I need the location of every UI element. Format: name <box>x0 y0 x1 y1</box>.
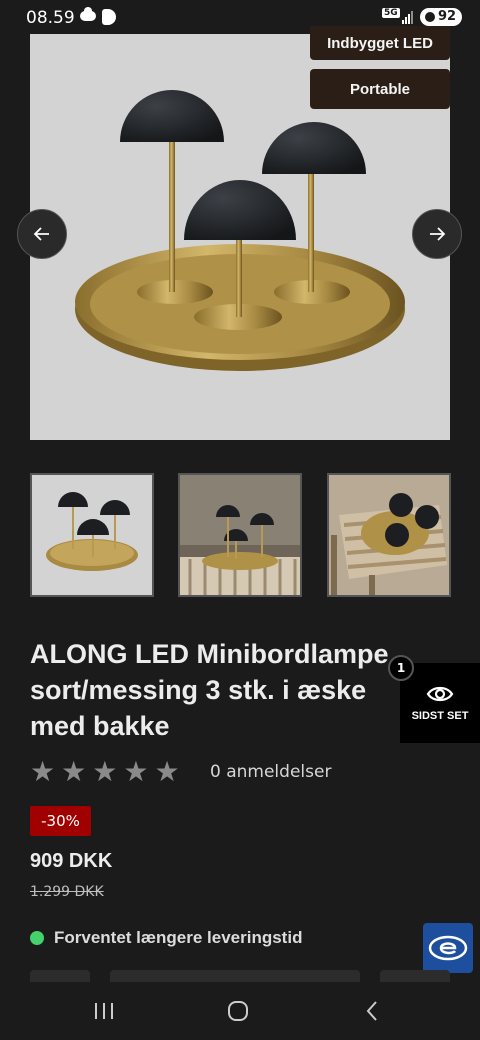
product-title-line-3: med bakke <box>30 711 170 741</box>
star-icon: ★ <box>30 755 56 788</box>
thumbnail-stool-image <box>329 475 449 595</box>
product-title: ALONG LED Minibordlampe sort/messing 3 s… <box>30 636 410 744</box>
rating-stars[interactable]: ★ ★ ★ ★ ★ <box>30 758 180 786</box>
original-price: 1.299 DKK <box>30 884 104 900</box>
arrow-right-icon <box>430 227 446 241</box>
recently-seen-count: 1 <box>388 655 414 681</box>
recently-seen-button[interactable]: 1 SIDST SET <box>388 655 480 743</box>
eye-icon <box>426 686 454 702</box>
star-icon: ★ <box>123 755 149 788</box>
thumbnail-3[interactable] <box>327 473 451 597</box>
previous-image-button[interactable] <box>17 209 67 259</box>
arrow-left-icon <box>33 227 49 241</box>
wishlist-button[interactable] <box>380 970 450 982</box>
feature-badge-led: Indbygget LED <box>310 26 450 60</box>
feature-badge-portable: Portable <box>310 69 450 109</box>
network-type: 5G <box>382 8 400 18</box>
product-title-line-2: sort/messing 3 stk. i æske <box>30 675 367 705</box>
star-icon: ★ <box>92 755 118 788</box>
next-image-button[interactable] <box>412 209 462 259</box>
current-price: 909 DKK <box>30 850 113 872</box>
back-button[interactable] <box>352 994 392 1028</box>
play-store-icon <box>102 9 116 25</box>
thumbnail-bench-image <box>180 475 300 595</box>
thumbnail-2[interactable] <box>178 473 302 597</box>
home-icon <box>228 1001 248 1021</box>
e-mark-trust-badge[interactable] <box>423 923 473 973</box>
reviews-link[interactable]: 0 anmeldelser <box>210 762 331 782</box>
recently-seen-label: SIDST SET <box>411 710 469 722</box>
recent-apps-button[interactable] <box>84 994 124 1028</box>
thumbnail-1[interactable] <box>30 473 154 597</box>
discount-badge: -30% <box>30 806 91 836</box>
status-dot-icon <box>30 931 44 945</box>
cloud-icon <box>80 7 96 21</box>
battery-indicator: 92 <box>420 8 463 26</box>
star-icon: ★ <box>154 755 180 788</box>
delivery-text: Forventet længere leveringstid <box>54 928 303 947</box>
star-icon: ★ <box>61 755 87 788</box>
back-icon <box>366 1001 377 1021</box>
quantity-selector[interactable] <box>30 970 90 982</box>
system-navigation-bar <box>0 982 480 1040</box>
home-button[interactable] <box>218 994 258 1028</box>
e-mark-icon <box>428 935 468 961</box>
recent-apps-icon <box>95 1003 113 1019</box>
delivery-status: Forventet længere leveringstid <box>30 928 302 948</box>
clock: 08.59 <box>26 8 75 28</box>
add-to-cart-button[interactable] <box>110 970 360 982</box>
signal-icon <box>402 10 413 24</box>
product-title-line-1: ALONG LED Minibordlampe <box>30 639 389 669</box>
thumbnail-tray-image <box>46 492 138 571</box>
